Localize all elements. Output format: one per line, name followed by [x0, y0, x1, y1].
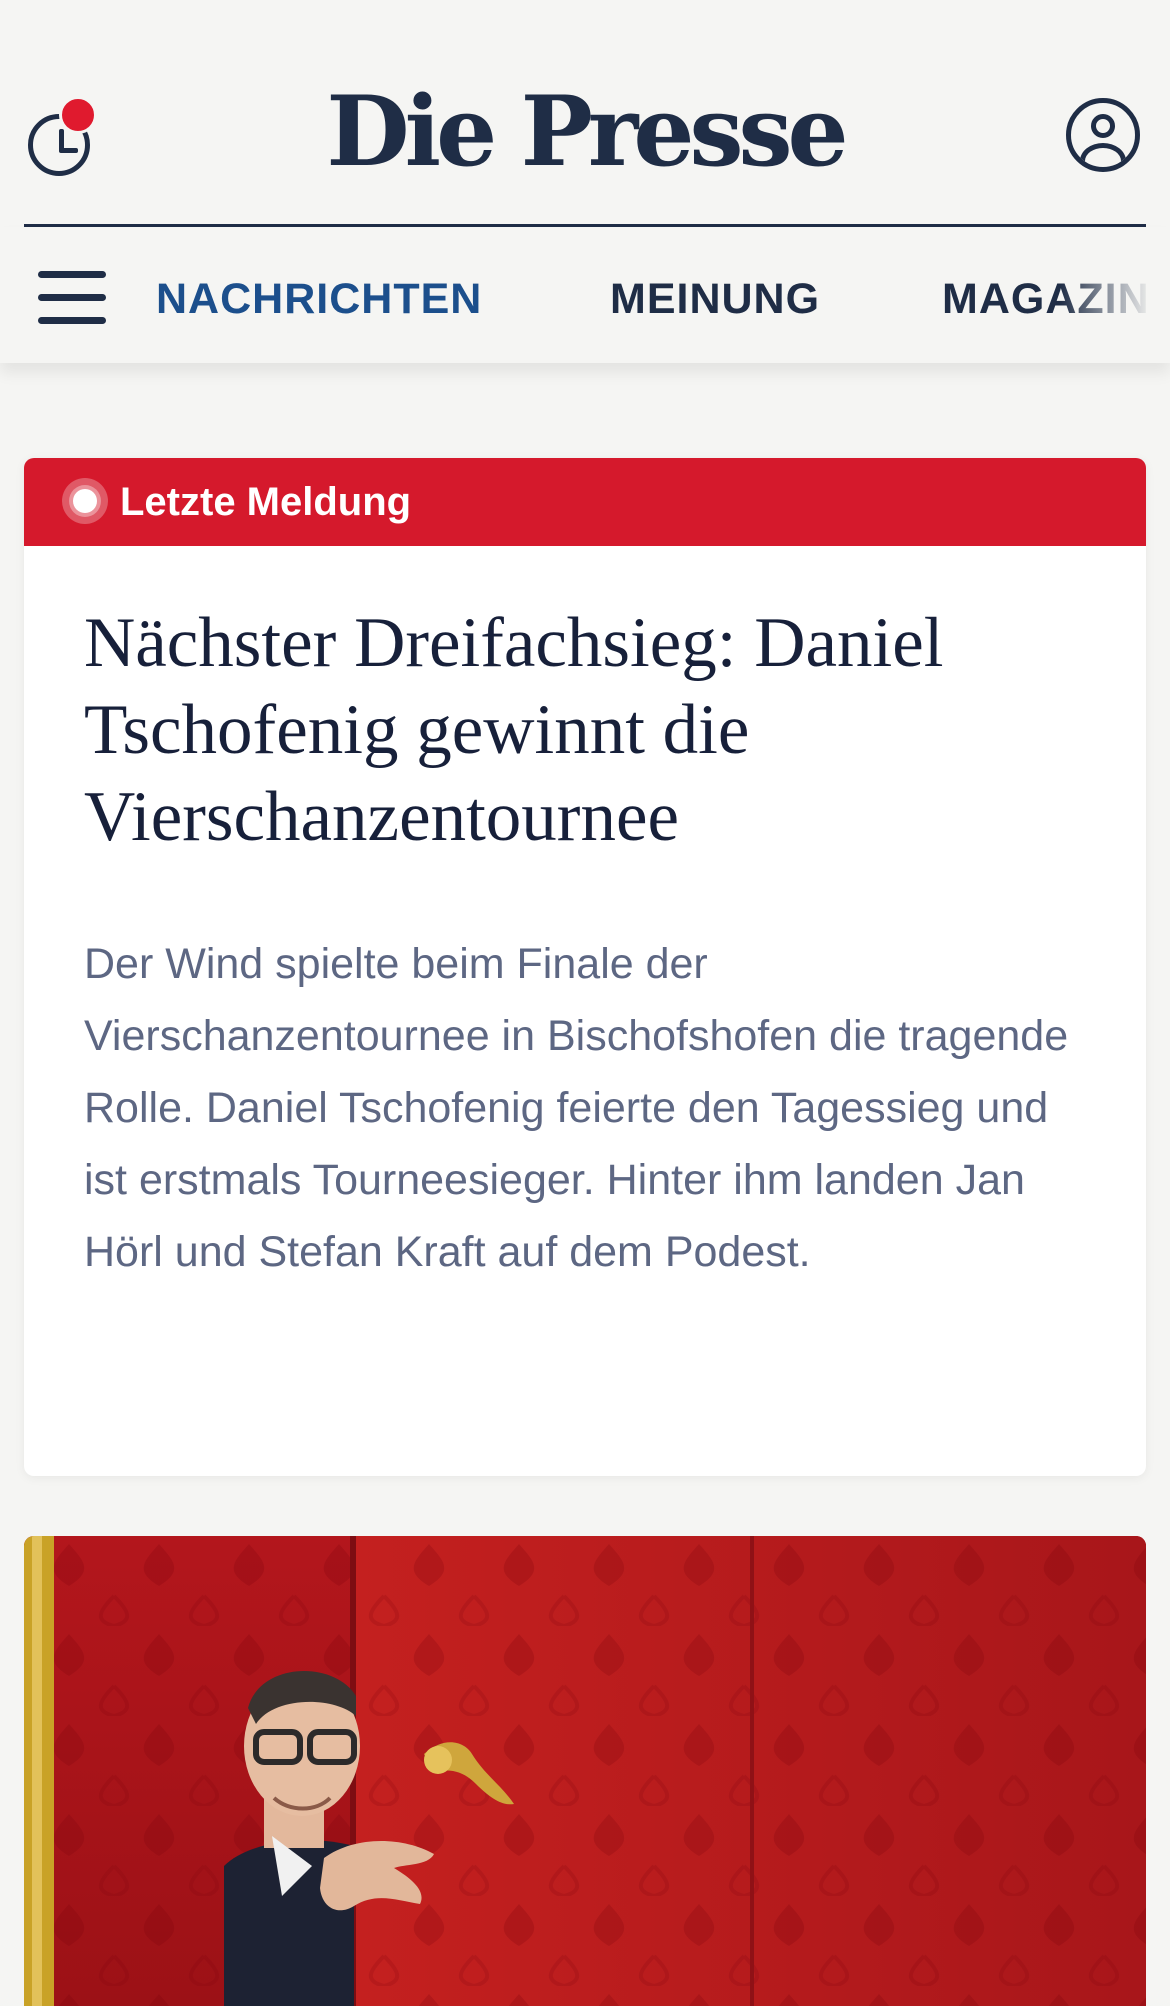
breaking-news-card[interactable]: Letzte Meldung Nächster Dreifachsieg: Da… — [24, 458, 1146, 1476]
user-icon-head — [1091, 114, 1115, 138]
clock-icon[interactable] — [28, 96, 98, 176]
hamburger-line — [38, 271, 106, 278]
article-headline[interactable]: Nächster Dreifachsieg: Daniel Tschofenig… — [84, 600, 1084, 861]
main-navigation: NACHRICHTEN MEINUNG MAGAZIN — [0, 227, 1170, 363]
hamburger-icon[interactable] — [38, 271, 106, 325]
clock-hand-minute — [59, 148, 78, 153]
nav-item-nachrichten[interactable]: NACHRICHTEN — [156, 271, 482, 327]
live-icon — [62, 478, 108, 524]
notification-dot — [59, 96, 97, 134]
article-photo[interactable] — [24, 1536, 1146, 2006]
nav-item-meinung[interactable]: MEINUNG — [610, 271, 820, 327]
breaking-news-banner: Letzte Meldung — [24, 458, 1146, 546]
site-header: Die Presse NACHRICHTEN MEINUNG MAGAZIN — [0, 0, 1170, 363]
article-photo-illustration — [24, 1536, 1146, 2006]
user-icon-ring — [1066, 98, 1140, 172]
nav-scroll-fade — [1060, 227, 1170, 363]
hamburger-line — [38, 294, 106, 301]
user-icon[interactable] — [1066, 98, 1140, 172]
hamburger-line — [38, 317, 106, 324]
article-teaser: Der Wind spielte beim Finale der Viersch… — [84, 940, 1069, 1276]
breaking-news-label: Letzte Meldung — [120, 480, 412, 524]
site-logo[interactable]: Die Presse — [260, 72, 910, 192]
user-icon-body — [1080, 143, 1126, 167]
